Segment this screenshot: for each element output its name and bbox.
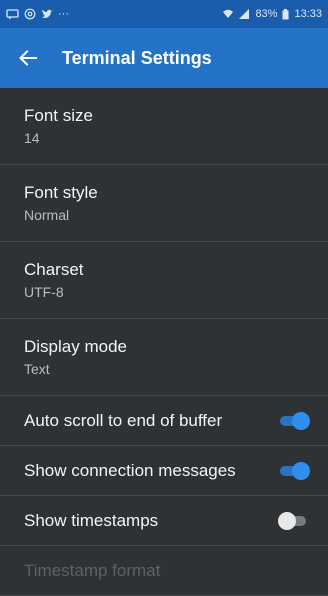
setting-title: Auto scroll to end of buffer (24, 410, 223, 430)
app-bar: Terminal Settings (0, 28, 328, 88)
timestamps-toggle[interactable] (278, 511, 308, 530)
battery-percent: 83% (255, 8, 278, 20)
setting-summary: Normal (24, 207, 70, 223)
arrow-left-icon (19, 50, 37, 66)
connection-messages-toggle[interactable] (280, 461, 310, 480)
signal-icon (239, 9, 250, 19)
clock: 13:33 (294, 8, 322, 20)
setting-title: Font style (24, 183, 98, 202)
setting-title: Show timestamps (24, 510, 159, 530)
setting-charset[interactable]: Charset UTF-8 (0, 242, 328, 319)
setting-display-mode[interactable]: Display mode Text (0, 319, 328, 396)
at-icon (24, 8, 36, 20)
setting-title: Show connection messages (24, 460, 236, 480)
setting-font-style[interactable]: Font style Normal (0, 165, 328, 242)
auto-scroll-toggle[interactable] (280, 411, 310, 430)
back-button[interactable] (4, 28, 52, 88)
setting-timestamp-format: Timestamp format (0, 546, 328, 596)
setting-summary: UTF-8 (24, 284, 64, 300)
setting-title: Display mode (24, 337, 127, 356)
setting-show-connection-messages[interactable]: Show connection messages (0, 446, 328, 496)
setting-show-timestamps[interactable]: Show timestamps (0, 496, 328, 546)
page-title: Terminal Settings (62, 47, 212, 68)
setting-summary: 14 (24, 130, 40, 146)
setting-title: Timestamp format (24, 560, 161, 580)
settings-list: Font size 14 Font style Normal Charset U… (0, 88, 328, 596)
message-icon (6, 8, 19, 20)
wifi-icon (222, 9, 234, 19)
setting-summary: Text (24, 361, 50, 377)
setting-title: Charset (24, 260, 84, 279)
setting-font-size[interactable]: Font size 14 (0, 88, 328, 165)
twitter-icon (41, 9, 53, 20)
more-notifications-dots: ··· (58, 8, 69, 20)
status-bar: ··· 83% 13:33 (0, 0, 328, 28)
setting-auto-scroll[interactable]: Auto scroll to end of buffer (0, 396, 328, 446)
setting-title: Font size (24, 106, 93, 125)
battery-icon (282, 8, 289, 20)
